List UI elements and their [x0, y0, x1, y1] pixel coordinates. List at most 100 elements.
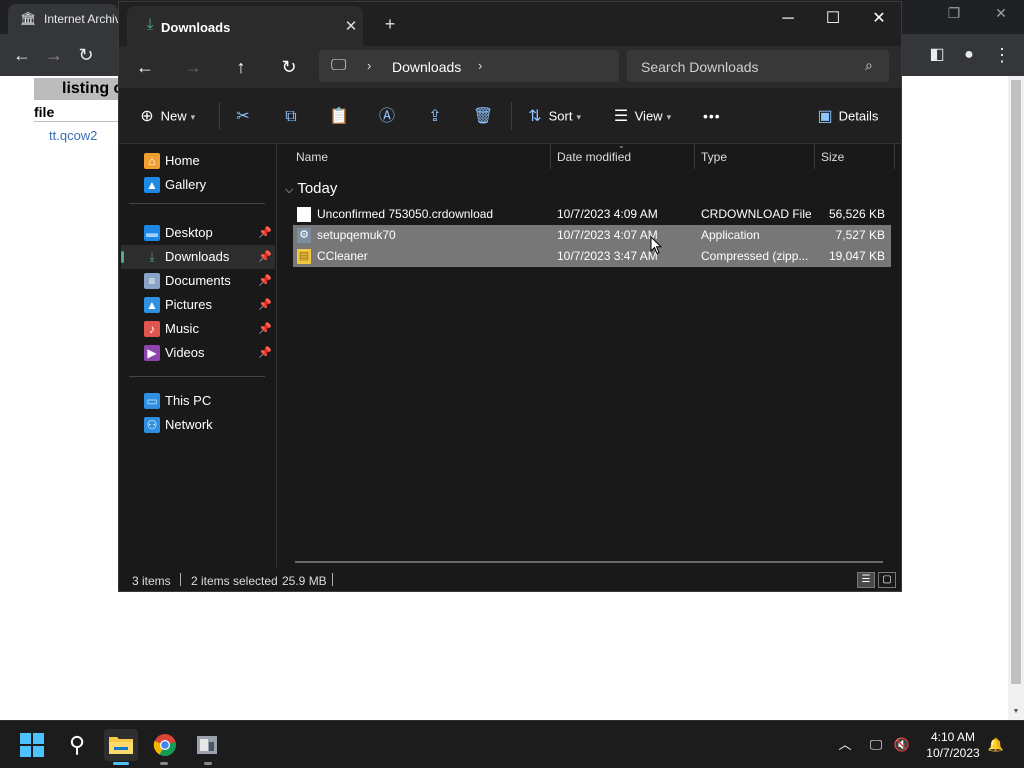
nav-item-home[interactable]: ⌂ Home	[121, 149, 275, 173]
address-bar[interactable]: 🖵 › Downloads ›	[319, 50, 619, 82]
scrollbar-thumb[interactable]	[1011, 80, 1021, 684]
column-separator[interactable]	[814, 144, 815, 169]
rename-button[interactable]: Ⓐ	[377, 106, 397, 126]
clipboard-icon: 📋	[329, 107, 349, 125]
back-arrow-icon[interactable]: ←	[10, 43, 34, 67]
explorer-tab[interactable]: ⤓ Downloads ✕	[127, 6, 363, 46]
column-size[interactable]: Size	[821, 150, 844, 164]
browser-restore-icon[interactable]: ❐	[942, 5, 966, 22]
taskbar-search-button[interactable]: ⚲	[60, 729, 94, 761]
nav-item-label: Videos	[165, 345, 205, 360]
nav-item-network[interactable]: ⚇ Network	[121, 413, 275, 437]
paste-button[interactable]: 📋	[329, 106, 349, 126]
file-type: Compressed (zipp...	[701, 249, 809, 263]
up-icon[interactable]: ↑	[229, 56, 253, 78]
download-icon: ⤓	[149, 250, 155, 264]
chevron-up-icon[interactable]: ︿	[835, 735, 855, 755]
nav-item-videos[interactable]: ▶ Videos 📌	[121, 341, 275, 365]
group-header-today[interactable]: ⌵ Today	[285, 180, 337, 197]
sort-button[interactable]: ⇅ Sort ▾	[525, 106, 581, 126]
pin-icon[interactable]: 📌	[258, 221, 272, 245]
active-app-indicator	[113, 762, 129, 765]
nav-divider	[129, 203, 265, 204]
running-app-indicator	[160, 762, 168, 765]
column-name[interactable]: Name	[296, 150, 328, 164]
new-tab-icon[interactable]: +	[381, 15, 399, 33]
taskbar-chrome[interactable]	[148, 729, 182, 761]
close-window-icon[interactable]: ✕	[867, 8, 891, 30]
scroll-down-icon[interactable]: ▼	[1011, 708, 1021, 715]
browser-tab[interactable]: 🏛 Internet Archive	[8, 4, 124, 34]
column-separator[interactable]	[694, 144, 695, 169]
scissors-icon: ✂	[236, 107, 250, 125]
view-label: View	[634, 108, 663, 124]
nav-item-pictures[interactable]: ▲ Pictures 📌	[121, 293, 275, 317]
rename-icon: Ⓐ	[378, 107, 395, 125]
file-date: 10/7/2023 3:47 AM	[557, 249, 658, 263]
delete-button[interactable]: 🗑	[473, 106, 493, 126]
selected-size: 25.9 MB	[282, 574, 327, 588]
side-panel-icon[interactable]: ◧	[925, 43, 949, 67]
more-options-button[interactable]: •••	[703, 106, 721, 126]
music-icon: ♪	[144, 321, 160, 337]
new-button[interactable]: ⊕ New ▾	[137, 106, 195, 126]
trash-icon: 🗑	[473, 107, 494, 125]
file-row[interactable]: ▤ CCleaner 10/7/2023 3:47 AM Compressed (zi…	[293, 246, 891, 267]
sort-icon: ⇅	[528, 107, 542, 125]
nav-item-downloads[interactable]: ⤓ Downloads 📌	[121, 245, 275, 269]
column-separator[interactable]	[894, 144, 895, 169]
blank-file-icon	[297, 207, 311, 222]
column-type[interactable]: Type	[701, 150, 727, 164]
forward-icon[interactable]: →	[181, 56, 205, 78]
search-input[interactable]: Search Downloads ⌕	[627, 50, 889, 82]
volume-muted-icon[interactable]: 🔇	[892, 735, 912, 755]
large-icons-view-icon[interactable]: ▢	[878, 572, 896, 588]
file-row[interactable]: ⚙ setupqemuk70 10/7/2023 4:07 AM Applicatio…	[293, 225, 891, 246]
taskbar-file-explorer[interactable]	[104, 729, 138, 761]
details-button[interactable]: ▣ Details	[815, 106, 878, 126]
nav-item-documents[interactable]: ≡ Documents 📌	[121, 269, 275, 293]
explorer-titlebar: ⤓ Downloads ✕ + ─ ☐ ✕	[119, 2, 901, 46]
pin-icon[interactable]: 📌	[258, 317, 272, 341]
cut-button[interactable]: ✂	[233, 106, 253, 126]
file-row[interactable]: Unconfirmed 753050.crdownload 10/7/2023 4…	[293, 204, 891, 225]
profile-icon[interactable]: ●	[957, 43, 981, 67]
clock[interactable]: 4:10 AM 10/7/2023	[918, 729, 988, 761]
horizontal-scrollbar[interactable]	[295, 561, 883, 563]
pin-icon[interactable]: 📌	[258, 293, 272, 317]
chevron-right-icon[interactable]: ›	[367, 58, 371, 73]
browser-close-icon[interactable]: ✕	[989, 5, 1013, 22]
chevron-right-icon[interactable]: ›	[478, 58, 482, 73]
close-tab-icon[interactable]: ✕	[343, 17, 359, 35]
taskbar-installer-app[interactable]	[190, 729, 224, 761]
maximize-icon[interactable]: ☐	[821, 8, 845, 30]
share-button[interactable]: ⇪	[425, 106, 445, 126]
nav-item-desktop[interactable]: ▬ Desktop 📌	[121, 221, 275, 245]
status-divider	[332, 573, 333, 586]
copy-button[interactable]: ⧉	[281, 106, 301, 126]
view-button[interactable]: ☰ View ▾	[611, 106, 671, 126]
start-button[interactable]	[15, 729, 49, 761]
minimize-icon[interactable]: ─	[776, 8, 800, 30]
refresh-icon[interactable]: ↻	[277, 56, 301, 78]
column-date-modified[interactable]: Date modified	[557, 150, 631, 164]
pin-icon[interactable]: 📌	[258, 245, 272, 269]
search-icon: ⚲	[68, 732, 86, 757]
reload-icon[interactable]: ↻	[74, 43, 98, 67]
pin-icon[interactable]: 📌	[258, 269, 272, 293]
file-link[interactable]: tt.qcow2	[49, 128, 97, 143]
page-scrollbar[interactable]: ▼	[1008, 76, 1024, 720]
network-display-icon[interactable]: 🖵	[866, 735, 886, 755]
menu-kebab-icon[interactable]: ⋮	[990, 43, 1014, 67]
back-icon[interactable]: ←	[133, 56, 157, 78]
column-separator[interactable]	[550, 144, 551, 169]
pin-icon[interactable]: 📌	[258, 341, 272, 365]
notification-bell-icon[interactable]: 🔔	[986, 735, 1006, 755]
nav-item-this-pc[interactable]: ▭ This PC	[121, 389, 275, 413]
details-view-icon[interactable]: ☰	[857, 572, 875, 588]
forward-arrow-icon[interactable]: →	[42, 43, 66, 67]
breadcrumb-downloads[interactable]: Downloads	[392, 59, 461, 75]
nav-item-label: Pictures	[165, 297, 212, 312]
nav-item-gallery[interactable]: ▲ Gallery	[121, 173, 275, 197]
nav-item-music[interactable]: ♪ Music 📌	[121, 317, 275, 341]
